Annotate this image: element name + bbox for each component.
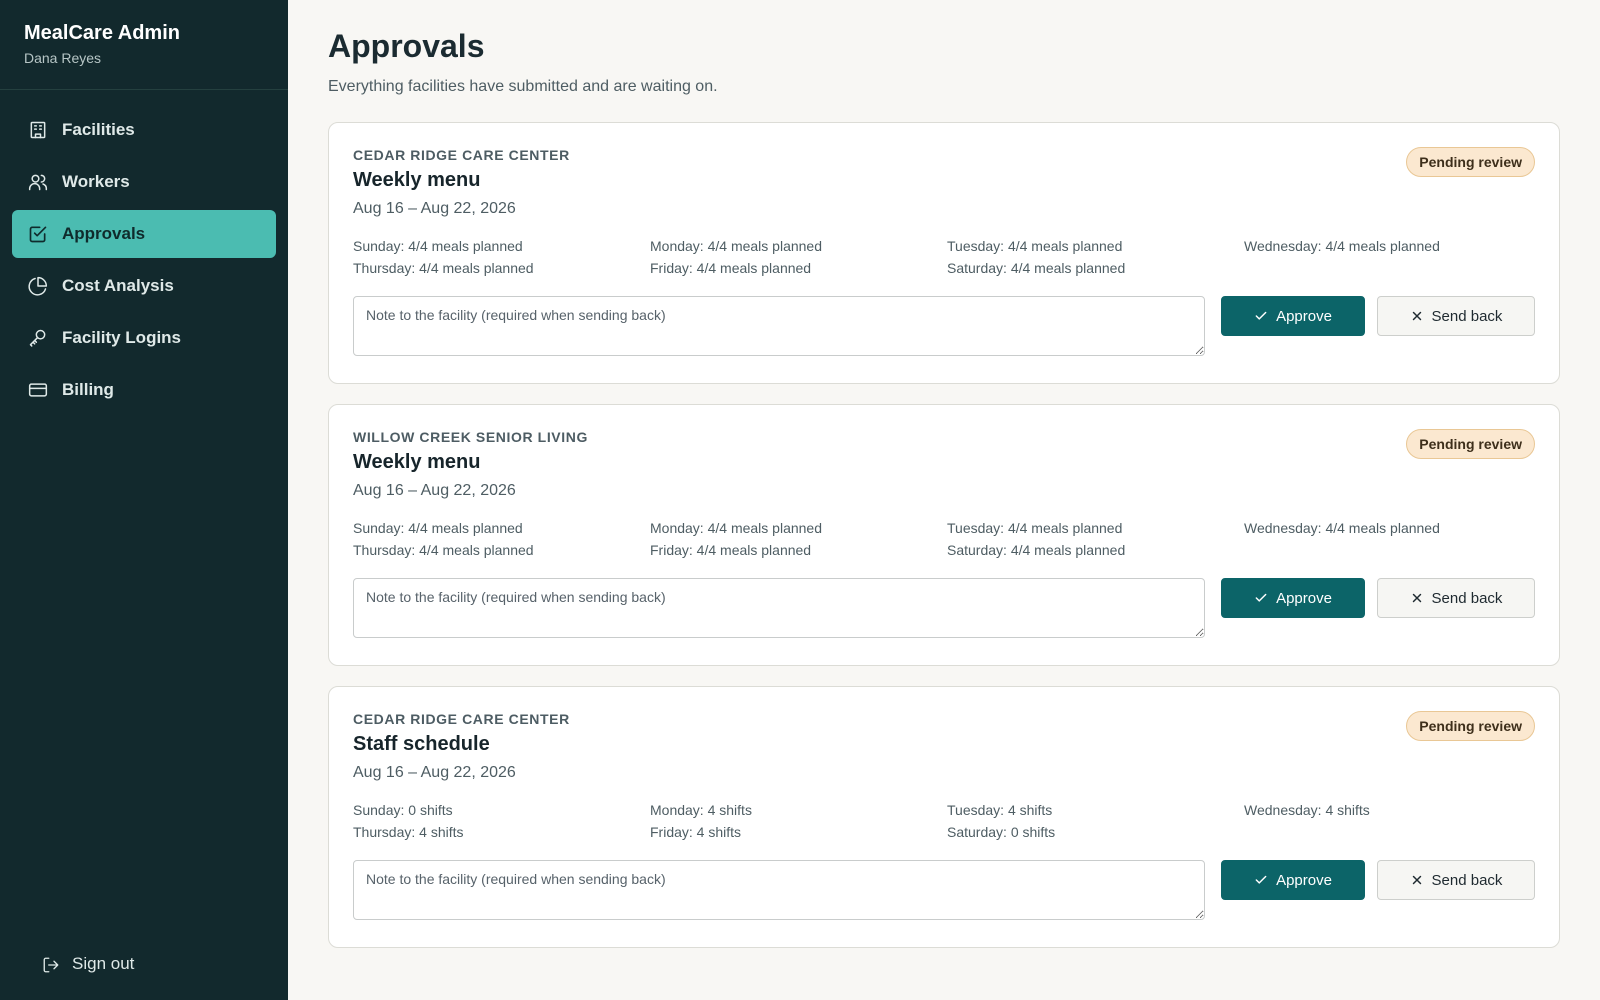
- sidebar-item-approvals[interactable]: Approvals: [12, 210, 276, 258]
- action-row: Approve Send back: [353, 296, 1535, 356]
- action-row: Approve Send back: [353, 578, 1535, 638]
- day-item: Wednesday: 4/4 meals planned: [1244, 520, 1440, 536]
- send-back-label: Send back: [1431, 307, 1503, 325]
- day-item: Tuesday: 4 shifts: [947, 802, 1053, 818]
- sidebar-item-workers[interactable]: Workers: [12, 158, 276, 206]
- approve-label: Approve: [1276, 589, 1332, 607]
- facility-note-field[interactable]: [353, 578, 1205, 638]
- status-badge: Pending review: [1406, 429, 1535, 459]
- day-item: Tuesday: 4/4 meals planned: [947, 520, 1123, 536]
- users-icon: [28, 172, 48, 192]
- approve-button[interactable]: Approve: [1221, 860, 1365, 900]
- facility-note-field[interactable]: [353, 296, 1205, 356]
- day-item: Friday: 4 shifts: [650, 824, 742, 840]
- page-title: Approvals: [328, 28, 485, 64]
- app-title: MealCare Admin: [24, 22, 180, 44]
- sidebar-item-label: Approvals: [62, 224, 146, 243]
- date-range: Aug 16 – Aug 22, 2026: [353, 200, 516, 217]
- credit-card-icon: [28, 380, 48, 400]
- sidebar: MealCare Admin Dana Reyes Facilities Wor…: [0, 0, 288, 1000]
- day-item: Monday: 4/4 meals planned: [650, 520, 822, 536]
- submission-title: Weekly menu: [353, 169, 481, 191]
- approve-button[interactable]: Approve: [1221, 296, 1365, 336]
- sign-out-label: Sign out: [72, 954, 135, 973]
- day-summary: Sunday: 4/4 meals planned Monday: 4/4 me…: [353, 520, 1535, 558]
- main-content: Approvals Everything facilities have sub…: [328, 26, 1560, 948]
- day-item: Saturday: 4/4 meals planned: [947, 260, 1126, 276]
- day-item: Thursday: 4/4 meals planned: [353, 542, 534, 558]
- day-item: Friday: 4/4 meals planned: [650, 542, 812, 558]
- day-item: Sunday: 0 shifts: [353, 802, 453, 818]
- check-square-icon: [28, 224, 48, 244]
- facility-name: CEDAR RIDGE CARE CENTER: [353, 711, 570, 727]
- date-range: Aug 16 – Aug 22, 2026: [353, 764, 516, 781]
- send-back-button[interactable]: Send back: [1377, 296, 1535, 336]
- check-icon: [1255, 875, 1267, 884]
- log-out-icon: [42, 955, 60, 973]
- submission-title: Weekly menu: [353, 451, 481, 473]
- status-badge: Pending review: [1406, 711, 1535, 741]
- day-summary: Sunday: 0 shifts Monday: 4 shifts Tuesda…: [353, 802, 1535, 840]
- day-summary: Sunday: 4/4 meals planned Monday: 4/4 me…: [353, 238, 1535, 276]
- day-item: Monday: 4/4 meals planned: [650, 238, 822, 254]
- day-item: Thursday: 4/4 meals planned: [353, 260, 534, 276]
- send-back-button[interactable]: Send back: [1377, 860, 1535, 900]
- day-item: Wednesday: 4/4 meals planned: [1244, 238, 1440, 254]
- date-range: Aug 16 – Aug 22, 2026: [353, 482, 516, 499]
- submission-title: Staff schedule: [353, 733, 490, 755]
- sidebar-nav: Facilities Workers Approvals Cost Analys…: [0, 90, 288, 434]
- building-icon: [28, 120, 48, 140]
- day-item: Saturday: 0 shifts: [947, 824, 1056, 840]
- day-item: Sunday: 4/4 meals planned: [353, 238, 523, 254]
- approve-label: Approve: [1276, 307, 1332, 325]
- day-item: Wednesday: 4 shifts: [1244, 802, 1370, 818]
- sidebar-item-facilities[interactable]: Facilities: [12, 106, 276, 154]
- sign-out-button[interactable]: Sign out: [42, 954, 134, 974]
- facility-note-field[interactable]: [353, 860, 1205, 920]
- user-name: Dana Reyes: [24, 50, 102, 66]
- approval-list: CEDAR RIDGE CARE CENTER Weekly menu Aug …: [328, 122, 1560, 948]
- approve-button[interactable]: Approve: [1221, 578, 1365, 618]
- sidebar-item-facility-logins[interactable]: Facility Logins: [12, 314, 276, 362]
- day-item: Sunday: 4/4 meals planned: [353, 520, 523, 536]
- approve-label: Approve: [1276, 871, 1332, 889]
- key-icon: [28, 328, 48, 348]
- sidebar-item-label: Cost Analysis: [62, 276, 174, 295]
- day-item: Saturday: 4/4 meals planned: [947, 542, 1126, 558]
- close-icon: [1412, 311, 1421, 321]
- day-item: Monday: 4 shifts: [650, 802, 752, 818]
- day-item: Tuesday: 4/4 meals planned: [947, 238, 1123, 254]
- close-icon: [1412, 875, 1421, 885]
- approval-card: WILLOW CREEK SENIOR LIVING Weekly menu A…: [328, 404, 1560, 666]
- sidebar-item-label: Billing: [62, 380, 114, 399]
- day-item: Friday: 4/4 meals planned: [650, 260, 812, 276]
- pie-chart-icon: [28, 276, 48, 296]
- send-back-label: Send back: [1431, 589, 1503, 607]
- check-icon: [1255, 593, 1267, 602]
- close-icon: [1412, 593, 1421, 603]
- check-icon: [1255, 311, 1267, 320]
- send-back-button[interactable]: Send back: [1377, 578, 1535, 618]
- facility-name: CEDAR RIDGE CARE CENTER: [353, 147, 570, 163]
- approval-card: CEDAR RIDGE CARE CENTER Weekly menu Aug …: [328, 122, 1560, 384]
- day-item: Thursday: 4 shifts: [353, 824, 464, 840]
- sidebar-item-cost-analysis[interactable]: Cost Analysis: [12, 262, 276, 310]
- action-row: Approve Send back: [353, 860, 1535, 920]
- sidebar-item-billing[interactable]: Billing: [12, 366, 276, 414]
- send-back-label: Send back: [1431, 871, 1503, 889]
- approval-card: CEDAR RIDGE CARE CENTER Staff schedule A…: [328, 686, 1560, 948]
- sidebar-item-label: Facility Logins: [62, 328, 182, 347]
- sidebar-item-label: Workers: [62, 172, 130, 191]
- status-badge: Pending review: [1406, 147, 1535, 177]
- facility-name: WILLOW CREEK SENIOR LIVING: [353, 429, 588, 445]
- sidebar-item-label: Facilities: [62, 120, 135, 139]
- brand: MealCare Admin Dana Reyes: [0, 0, 288, 90]
- page-subtitle: Everything facilities have submitted and…: [328, 78, 718, 95]
